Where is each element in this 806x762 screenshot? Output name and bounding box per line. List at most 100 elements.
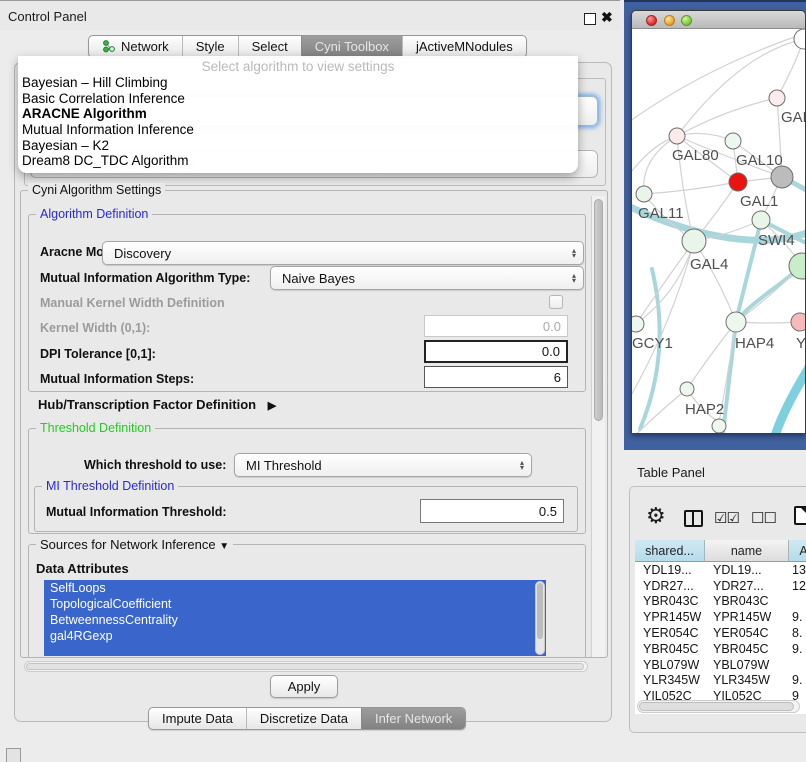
float-panel-icon[interactable]	[584, 13, 596, 25]
column-header-a[interactable]: A	[789, 540, 806, 562]
table-row[interactable]: YDR27...YDR27...12	[635, 578, 806, 594]
panel-grip-icon[interactable]	[6, 748, 21, 762]
network-node-swi4[interactable]	[752, 211, 770, 229]
manual-kernel-checkbox[interactable]	[549, 295, 563, 309]
sources-group-toggle[interactable]: Sources for Network Inference ▼	[36, 537, 233, 552]
settings-vertical-scrollbar[interactable]	[591, 196, 605, 657]
dpi-tolerance-field[interactable]: 0.0	[424, 340, 568, 363]
mi-steps-label: Mutual Information Steps:	[40, 372, 194, 386]
tab-network-label: Network	[121, 39, 169, 54]
export-table-file-icon[interactable]	[794, 506, 806, 525]
column-header-name[interactable]: name	[705, 540, 789, 562]
network-node[interactable]	[771, 166, 793, 188]
data-attributes-list[interactable]: SelfLoopsTopologicalCoefficientBetweenne…	[44, 580, 546, 656]
attribute-item-gal4rgexp[interactable]: gal4RGexp	[44, 628, 546, 644]
tab-select[interactable]: Select	[238, 36, 301, 57]
table-cell: YLR345W	[635, 673, 705, 687]
network-node-gal11[interactable]	[636, 186, 652, 202]
tab-infer-network[interactable]: Infer Network	[361, 708, 465, 729]
popup-placeholder: Select algorithm to view settings	[18, 59, 578, 75]
network-node-gal10[interactable]	[725, 133, 741, 149]
chevron-right-icon: ▶	[268, 400, 276, 412]
hub-section-toggle[interactable]: Hub/Transcription Factor Definition ▶	[38, 397, 276, 412]
tab-jactivemnodules[interactable]: jActiveMNodules	[402, 36, 526, 57]
column-header-shared[interactable]: shared...	[635, 540, 705, 562]
network-node[interactable]	[794, 29, 805, 49]
table-horizontal-scrollbar[interactable]	[637, 700, 800, 713]
manual-kernel-label: Manual Kernel Width Definition	[40, 296, 225, 310]
network-node-gal4[interactable]	[682, 229, 706, 253]
network-node-gcy1[interactable]	[632, 316, 644, 332]
tab-cyni-toolbox[interactable]: Cyni Toolbox	[301, 36, 402, 57]
algorithm-option-aracne-algorithm[interactable]: ARACNE Algorithm	[18, 106, 578, 122]
table-cell: YPR145W	[705, 610, 789, 624]
table-row[interactable]: YBL079WYBL079W	[635, 657, 806, 673]
network-node-y[interactable]	[791, 313, 805, 331]
network-node-hap4[interactable]	[726, 312, 746, 332]
tab-style[interactable]: Style	[182, 36, 238, 57]
attribute-list-scrollbar-thumb[interactable]	[537, 583, 543, 639]
node-label-y: Y	[796, 335, 805, 352]
algorithm-option-bayesian-hill-climbing[interactable]: Bayesian – Hill Climbing	[18, 75, 578, 91]
algorithm-popup: Select algorithm to view settings Bayesi…	[18, 56, 578, 173]
table-row[interactable]: YBR045CYBR045C9.	[635, 641, 806, 657]
attribute-item-topologicalcoefficient[interactable]: TopologicalCoefficient	[44, 596, 546, 612]
stepper-arrows-icon: ▴▾	[572, 273, 576, 283]
settings-vertical-scrollbar-thumb[interactable]	[594, 199, 603, 421]
table-row[interactable]: YLR345WYLR345W9.	[635, 673, 806, 689]
dpi-tolerance-label: DPI Tolerance [0,1]:	[40, 347, 156, 361]
table-row[interactable]: YDL19...YDL19...13	[635, 562, 806, 578]
table-horizontal-scrollbar-thumb[interactable]	[639, 702, 794, 711]
stepper-arrows-icon: ▴▾	[520, 460, 524, 470]
network-window-titlebar[interactable]	[632, 11, 805, 29]
sources-group-title: Sources for Network Inference	[40, 537, 216, 552]
settings-horizontal-scrollbar[interactable]	[24, 661, 588, 672]
mi-threshold-field[interactable]: 0.5	[420, 499, 564, 523]
minimize-window-icon[interactable]	[664, 15, 675, 26]
network-node[interactable]	[712, 419, 726, 433]
tab-jactivemnodules-label: jActiveMNodules	[416, 39, 513, 54]
algorithm-option-basic-correlation-inference[interactable]: Basic Correlation Inference	[18, 91, 578, 107]
network-node-gal1[interactable]	[729, 173, 747, 191]
column-layout-icon[interactable]	[684, 510, 703, 527]
algorithm-option-bayesian-k2[interactable]: Bayesian – K2	[18, 138, 578, 154]
table-cell: 8.	[789, 626, 806, 640]
network-node-gal80[interactable]	[669, 128, 685, 144]
network-canvas[interactable]: GALGAL80GAL10GAL1GAL11SWI4GAL4GCY1HAP4YH…	[632, 29, 805, 433]
which-threshold-combo[interactable]: MI Threshold ▴▾	[234, 453, 532, 477]
node-label-gal4: GAL4	[690, 256, 728, 273]
close-window-icon[interactable]	[646, 15, 657, 26]
deselect-all-checkboxes-icon[interactable]: ☐☐	[751, 509, 776, 527]
algorithm-option-mutual-information-inference[interactable]: Mutual Information Inference	[18, 122, 578, 138]
table-cell: YBR043C	[635, 594, 705, 608]
table-row[interactable]: YPR145WYPR145W9.	[635, 609, 806, 625]
table-row[interactable]: YER054CYER054C8.	[635, 625, 806, 641]
tab-impute-data[interactable]: Impute Data	[149, 708, 246, 729]
node-label-gal10: GAL10	[736, 152, 783, 169]
control-panel-tabs: Network StyleSelectCyni Toolbox jActiveMNo…	[88, 35, 527, 58]
select-all-checkboxes-icon[interactable]: ☑☑	[714, 509, 739, 527]
network-node-hap2[interactable]	[680, 382, 694, 396]
table-cell: YER054C	[635, 626, 705, 640]
apply-button[interactable]: Apply	[270, 675, 338, 698]
mi-type-combo[interactable]: Naive Bayes ▴▾	[270, 266, 584, 290]
zoom-window-icon[interactable]	[681, 15, 692, 26]
attribute-list-scrollbar[interactable]	[535, 581, 545, 655]
close-panel-icon[interactable]: ✖	[601, 9, 613, 26]
tab-discretize-data[interactable]: Discretize Data	[246, 708, 361, 729]
aracne-mode-combo[interactable]: Discovery ▴▾	[102, 241, 584, 265]
attribute-item-betweennesscentrality[interactable]: BetweennessCentrality	[44, 612, 546, 628]
kernel-width-field[interactable]: 0.0	[424, 315, 568, 337]
network-node-gal[interactable]	[769, 90, 785, 106]
table-row[interactable]: YBR043CYBR043C	[635, 594, 806, 610]
table-settings-gear-icon[interactable]: ⚙	[646, 503, 666, 529]
mi-type-value: Naive Bayes	[282, 271, 355, 286]
attribute-item-selfloops[interactable]: SelfLoops	[44, 580, 546, 596]
settings-horizontal-scrollbar-thumb[interactable]	[26, 663, 584, 670]
mi-threshold-group-title: MI Threshold Definition	[42, 479, 178, 493]
tab-network[interactable]: Network	[89, 36, 182, 57]
algorithm-option-dream8-dc-tdc-algorithm[interactable]: Dream8 DC_TDC Algorithm	[18, 153, 578, 169]
algorithm-definition-title: Algorithm Definition	[36, 207, 152, 221]
mi-steps-field[interactable]: 6	[424, 366, 568, 388]
table-cell: YDR27...	[635, 579, 705, 593]
